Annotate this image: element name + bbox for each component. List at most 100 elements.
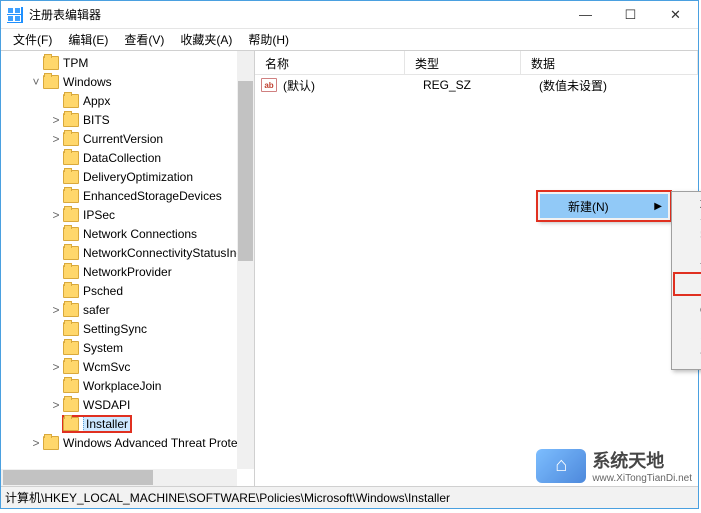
tree-item-label: WcmSvc — [83, 360, 130, 374]
tree-item-label: WorkplaceJoin — [83, 379, 161, 393]
tree-item-label: System — [83, 341, 123, 355]
ctx-binary[interactable]: 二进制值(B) — [672, 247, 701, 271]
tree-item-label: NetworkConnectivityStatusInd — [83, 246, 243, 260]
tree-item-psched[interactable]: Psched — [1, 281, 254, 300]
tree-item-label: safer — [83, 303, 110, 317]
ctx-key[interactable]: 项(K) — [672, 192, 701, 216]
col-name[interactable]: 名称 — [255, 51, 405, 74]
expand-icon[interactable]: ˅ — [29, 75, 43, 89]
tree-pane[interactable]: TPM˅Windows Appx>BITS>CurrentVersion Dat… — [1, 51, 255, 486]
menu-help[interactable]: 帮助(H) — [240, 29, 297, 50]
tree-item-ipsec[interactable]: > IPSec — [1, 205, 254, 224]
ctx-multi[interactable]: 多字符串值(M) — [672, 321, 701, 345]
menu-view[interactable]: 查看(V) — [116, 29, 172, 50]
ctx-dword[interactable]: DWORD (32 位)值(D) — [673, 272, 701, 296]
list-row[interactable]: ab (默认) REG_SZ (数值未设置) — [255, 75, 698, 95]
col-data[interactable]: 数据 — [521, 51, 698, 74]
tree-item-settingsync[interactable]: SettingSync — [1, 319, 254, 338]
folder-icon — [43, 75, 59, 89]
tree-item-installer[interactable]: Installer — [1, 414, 254, 433]
folder-icon — [63, 113, 79, 127]
tree-hscroll-thumb[interactable] — [3, 470, 153, 485]
tree-item-label: Installer — [83, 416, 131, 432]
tree-item-windows[interactable]: ˅ Windows — [1, 72, 254, 91]
folder-icon — [63, 170, 79, 184]
close-button[interactable]: ✕ — [653, 1, 698, 29]
ctx-new-label: 新建(N) — [568, 198, 609, 215]
expand-icon[interactable]: > — [29, 436, 43, 450]
folder-icon — [63, 341, 79, 355]
minimize-button[interactable]: — — [563, 1, 608, 29]
expand-icon[interactable]: > — [49, 113, 63, 127]
tree-vscroll[interactable] — [237, 51, 254, 469]
tree-item-bits[interactable]: >BITS — [1, 110, 254, 129]
folder-icon — [43, 436, 59, 450]
ctx-qword[interactable]: QWORD (64 位)值(Q) — [672, 297, 701, 321]
ctx-expand[interactable]: 可扩充字符串值(E) — [672, 345, 701, 369]
tree-item-tpm[interactable]: TPM — [1, 53, 254, 72]
folder-icon — [63, 227, 79, 241]
tree-item-label: IPSec — [83, 208, 115, 222]
tree-item-enhancedstoragedevices[interactable]: EnhancedStorageDevices — [1, 186, 254, 205]
list-header: 名称 类型 数据 — [255, 51, 698, 75]
folder-icon — [63, 94, 79, 108]
tree-item-label: DataCollection — [83, 151, 161, 165]
context-menu[interactable]: 新建(N) ▶ 项(K) 字符串值(S) 二进制值(B) DWORD (32 位… — [537, 191, 671, 221]
tree-item-safer[interactable]: > safer — [1, 300, 254, 319]
menu-file[interactable]: 文件(F) — [5, 29, 60, 50]
folder-icon — [63, 208, 79, 222]
tree-item-label: Appx — [83, 94, 110, 108]
expand-icon[interactable]: > — [49, 208, 63, 222]
app-icon — [7, 7, 23, 23]
tree-item-network-connections[interactable]: Network Connections — [1, 224, 254, 243]
tree-item-windows-advanced-threat-prote[interactable]: > Windows Advanced Threat Prote — [1, 433, 254, 452]
tree-item-label: Windows Advanced Threat Prote — [63, 436, 238, 450]
expand-icon[interactable]: > — [49, 360, 63, 374]
tree-item-networkconnectivitystatusind[interactable]: NetworkConnectivityStatusInd — [1, 243, 254, 262]
menu-edit[interactable]: 编辑(E) — [60, 29, 116, 50]
list-pane[interactable]: 名称 类型 数据 ab (默认) REG_SZ (数值未设置) 新建(N) ▶ … — [255, 51, 698, 486]
folder-icon — [63, 417, 79, 431]
folder-icon — [63, 322, 79, 336]
string-value-icon: ab — [261, 78, 277, 92]
folder-icon — [63, 398, 79, 412]
folder-icon — [63, 303, 79, 317]
tree-item-label: Psched — [83, 284, 123, 298]
col-type[interactable]: 类型 — [405, 51, 521, 74]
regedit-window: 注册表编辑器 — ☐ ✕ 文件(F) 编辑(E) 查看(V) 收藏夹(A) 帮助… — [0, 0, 699, 509]
ctx-string[interactable]: 字符串值(S) — [672, 223, 701, 247]
tree-item-label: Windows — [63, 75, 112, 89]
folder-icon — [63, 132, 79, 146]
tree-item-label: Network Connections — [83, 227, 197, 241]
expand-icon[interactable]: > — [49, 303, 63, 317]
folder-icon — [63, 379, 79, 393]
menu-favorites[interactable]: 收藏夹(A) — [172, 29, 240, 50]
tree-item-currentversion[interactable]: > CurrentVersion — [1, 129, 254, 148]
ctx-new[interactable]: 新建(N) ▶ — [540, 194, 668, 218]
tree-item-datacollection[interactable]: DataCollection — [1, 148, 254, 167]
expand-icon[interactable]: > — [49, 398, 63, 412]
tree-item-appx[interactable]: Appx — [1, 91, 254, 110]
tree-item-networkprovider[interactable]: NetworkProvider — [1, 262, 254, 281]
folder-icon — [63, 189, 79, 203]
tree-item-deliveryoptimization[interactable]: DeliveryOptimization — [1, 167, 254, 186]
folder-icon — [63, 284, 79, 298]
tree-item-wsdapi[interactable]: >WSDAPI — [1, 395, 254, 414]
menubar: 文件(F) 编辑(E) 查看(V) 收藏夹(A) 帮助(H) — [1, 29, 698, 51]
folder-icon — [63, 360, 79, 374]
titlebar: 注册表编辑器 — ☐ ✕ — [1, 1, 698, 29]
window-title: 注册表编辑器 — [29, 6, 563, 23]
tree-vscroll-thumb[interactable] — [238, 81, 253, 261]
tree-item-wcmsvc[interactable]: > WcmSvc — [1, 357, 254, 376]
tree-item-label: CurrentVersion — [83, 132, 163, 146]
cell-data: (数值未设置) — [529, 77, 698, 94]
tree-item-workplacejoin[interactable]: WorkplaceJoin — [1, 376, 254, 395]
maximize-button[interactable]: ☐ — [608, 1, 653, 29]
statusbar: 计算机\HKEY_LOCAL_MACHINE\SOFTWARE\Policies… — [1, 486, 698, 508]
tree-hscroll[interactable] — [1, 469, 237, 486]
tree-item-system[interactable]: System — [1, 338, 254, 357]
context-submenu[interactable]: 项(K) 字符串值(S) 二进制值(B) DWORD (32 位)值(D) QW… — [671, 191, 701, 370]
folder-icon — [63, 151, 79, 165]
expand-icon[interactable]: > — [49, 132, 63, 146]
tree-item-label: TPM — [63, 56, 88, 70]
